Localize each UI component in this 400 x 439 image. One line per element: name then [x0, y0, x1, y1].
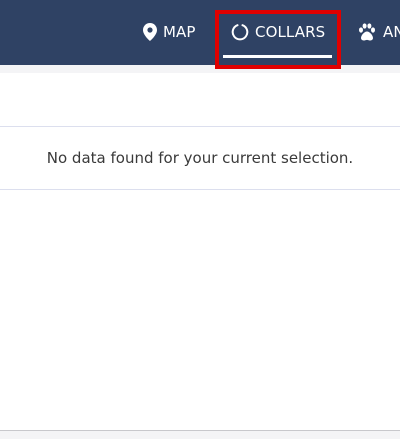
empty-state-message: No data found for your current selection…: [46, 149, 354, 167]
top-navigation-bar: MAP COLLARS AN: [0, 0, 400, 69]
nav-map[interactable]: MAP: [143, 20, 196, 44]
table-header: [0, 73, 400, 127]
empty-state-row: No data found for your current selection…: [0, 127, 400, 190]
circle-notch-icon: [231, 23, 249, 41]
active-tab-indicator: [223, 55, 332, 58]
map-pin-icon: [143, 23, 157, 41]
nav-collars[interactable]: COLLARS: [231, 20, 325, 44]
nav-map-label: MAP: [163, 23, 196, 41]
nav-animals[interactable]: AN: [357, 20, 400, 44]
nav-animals-label: AN: [383, 23, 400, 41]
paw-icon: [357, 23, 377, 41]
data-table-panel: No data found for your current selection…: [0, 73, 400, 431]
nav-collars-label: COLLARS: [255, 23, 326, 41]
